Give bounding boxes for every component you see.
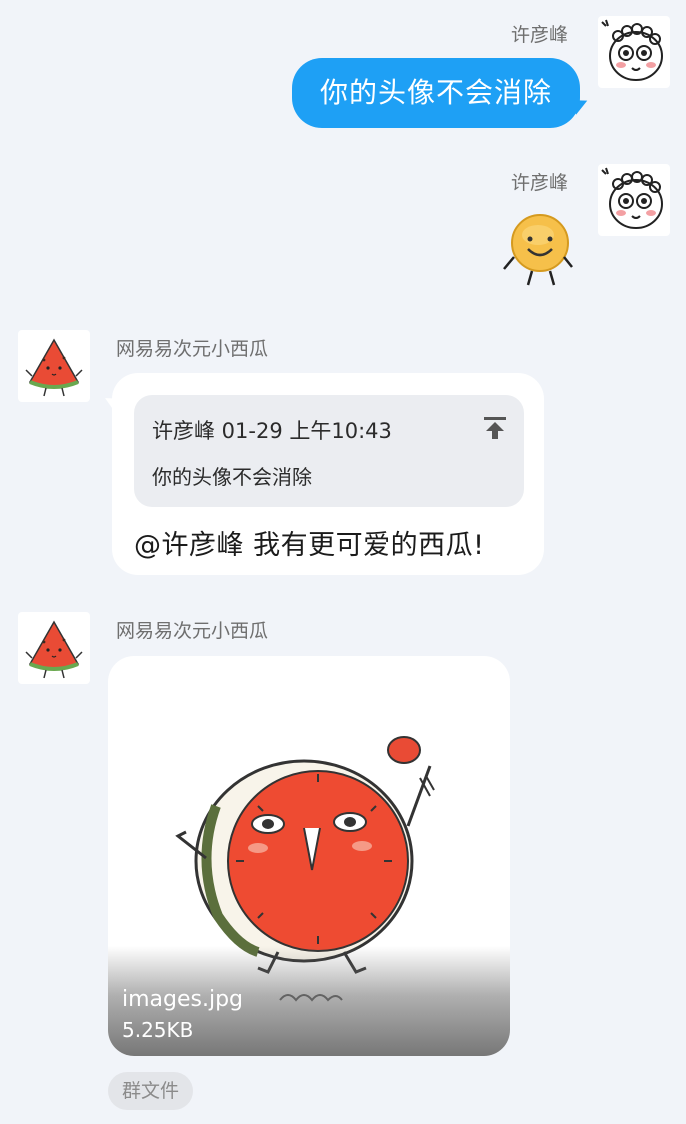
avatar[interactable] xyxy=(598,164,670,236)
sender-name: 许彦峰 xyxy=(510,172,568,194)
emoji-sticker-icon xyxy=(503,214,573,286)
quote-text: 你的头像不会消除 xyxy=(152,465,312,489)
doodle-face-avatar-icon xyxy=(601,19,663,81)
avatar[interactable] xyxy=(18,612,90,684)
chat-window: 许彦峰 你的头像不会消除 许彦峰 网易易次元小西瓜 许彦峰 01-29 上午10… xyxy=(0,0,686,1124)
sender-name: 网易易次元小西瓜 xyxy=(116,620,269,642)
image-file-card[interactable]: images.jpg 5.25KB xyxy=(108,656,510,1056)
incoming-reply-bubble[interactable]: 许彦峰 01-29 上午10:43 你的头像不会消除 @许彦峰 我有更可爱的西瓜… xyxy=(112,373,544,575)
group-files-tag[interactable]: 群文件 xyxy=(108,1072,194,1110)
file-size: 5.25KB xyxy=(122,1018,194,1042)
watermelon-avatar-icon xyxy=(25,620,83,679)
outgoing-text-bubble[interactable]: 你的头像不会消除 xyxy=(292,58,580,128)
avatar[interactable] xyxy=(598,16,670,88)
sender-name: 网易易次元小西瓜 xyxy=(116,338,269,360)
quoted-message[interactable]: 许彦峰 01-29 上午10:43 你的头像不会消除 xyxy=(134,395,524,507)
reply-text: @许彦峰 我有更可爱的西瓜! xyxy=(134,530,485,561)
sender-name: 许彦峰 xyxy=(510,24,568,46)
file-name: images.jpg xyxy=(122,987,244,1012)
watermelon-avatar-icon xyxy=(25,338,83,397)
doodle-face-avatar-icon xyxy=(601,167,663,229)
emoji-sticker[interactable] xyxy=(492,205,580,293)
quote-meta: 许彦峰 01-29 上午10:43 xyxy=(152,419,392,443)
avatar[interactable] xyxy=(18,330,90,402)
jump-to-original-icon[interactable] xyxy=(482,415,508,441)
